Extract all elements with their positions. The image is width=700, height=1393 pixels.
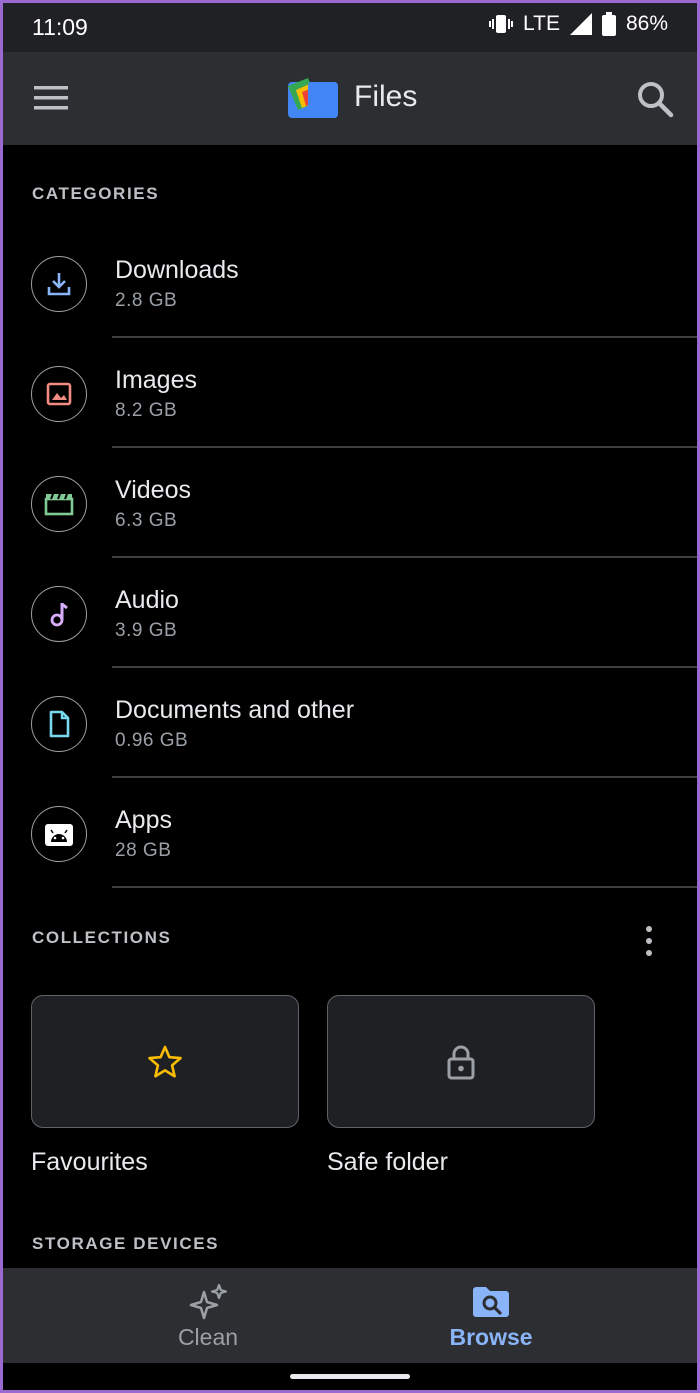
category-size: 6.3 GB bbox=[115, 510, 178, 531]
category-icon-circle bbox=[31, 696, 87, 752]
battery-icon bbox=[601, 12, 616, 36]
category-name: Downloads bbox=[115, 256, 239, 284]
star-icon bbox=[148, 1045, 182, 1078]
category-downloads[interactable]: Downloads 2.8 GB bbox=[0, 228, 700, 338]
category-size: 0.96 GB bbox=[115, 730, 189, 751]
vibrate-icon bbox=[489, 15, 513, 33]
safe-folder-label[interactable]: Safe folder bbox=[327, 1148, 448, 1177]
nav-browse[interactable]: Browse bbox=[316, 1268, 666, 1363]
category-videos[interactable]: Videos 6.3 GB bbox=[0, 448, 700, 558]
android-icon bbox=[45, 824, 73, 846]
category-size: 28 GB bbox=[115, 840, 172, 861]
category-audio[interactable]: Audio 3.9 GB bbox=[0, 558, 700, 668]
categories-label: CATEGORIES bbox=[32, 184, 160, 203]
browse-folder-icon bbox=[473, 1287, 509, 1317]
lock-icon bbox=[447, 1045, 475, 1079]
category-apps[interactable]: Apps 28 GB bbox=[0, 778, 700, 888]
category-icon-circle bbox=[31, 476, 87, 532]
app-bar: Files bbox=[0, 52, 700, 145]
category-name: Documents and other bbox=[115, 696, 355, 724]
network-type: LTE bbox=[523, 12, 560, 35]
storage-devices-label: STORAGE DEVICES bbox=[32, 1234, 220, 1253]
category-name: Images bbox=[115, 366, 197, 394]
category-icon-circle bbox=[31, 366, 87, 422]
safe-folder-card[interactable] bbox=[327, 995, 595, 1128]
favourites-card[interactable] bbox=[31, 995, 299, 1128]
category-name: Apps bbox=[115, 806, 172, 834]
status-indicators: LTE 86% bbox=[489, 12, 668, 36]
document-icon bbox=[49, 710, 70, 738]
divider bbox=[112, 886, 700, 888]
category-icon-circle bbox=[31, 806, 87, 862]
category-name: Audio bbox=[115, 586, 179, 614]
signal-icon bbox=[569, 13, 592, 35]
favourites-label[interactable]: Favourites bbox=[31, 1148, 148, 1177]
more-vert-icon[interactable] bbox=[636, 924, 662, 958]
collections-label: COLLECTIONS bbox=[32, 928, 172, 947]
files-logo-icon bbox=[288, 78, 338, 118]
category-images[interactable]: Images 8.2 GB bbox=[0, 338, 700, 448]
bottom-navigation: Clean Browse bbox=[0, 1268, 700, 1363]
app-title: Files bbox=[354, 80, 418, 113]
status-time: 11:09 bbox=[32, 14, 88, 40]
music-note-icon bbox=[50, 602, 68, 627]
search-icon[interactable] bbox=[636, 80, 674, 118]
nav-browse-label: Browse bbox=[449, 1324, 533, 1350]
sparkle-icon bbox=[189, 1284, 228, 1320]
gesture-handle[interactable] bbox=[290, 1374, 410, 1379]
category-name: Videos bbox=[115, 476, 191, 504]
download-icon bbox=[47, 273, 71, 296]
category-documents[interactable]: Documents and other 0.96 GB bbox=[0, 668, 700, 778]
category-size: 3.9 GB bbox=[115, 620, 178, 641]
menu-icon[interactable] bbox=[34, 85, 68, 111]
category-icon-circle bbox=[31, 256, 87, 312]
category-size: 8.2 GB bbox=[115, 400, 178, 421]
category-size: 2.8 GB bbox=[115, 290, 178, 311]
status-bar: 11:09 LTE 86% bbox=[0, 0, 700, 52]
image-icon bbox=[46, 382, 72, 406]
category-icon-circle bbox=[31, 586, 87, 642]
video-icon bbox=[44, 493, 74, 516]
battery-percent: 86% bbox=[625, 12, 668, 35]
